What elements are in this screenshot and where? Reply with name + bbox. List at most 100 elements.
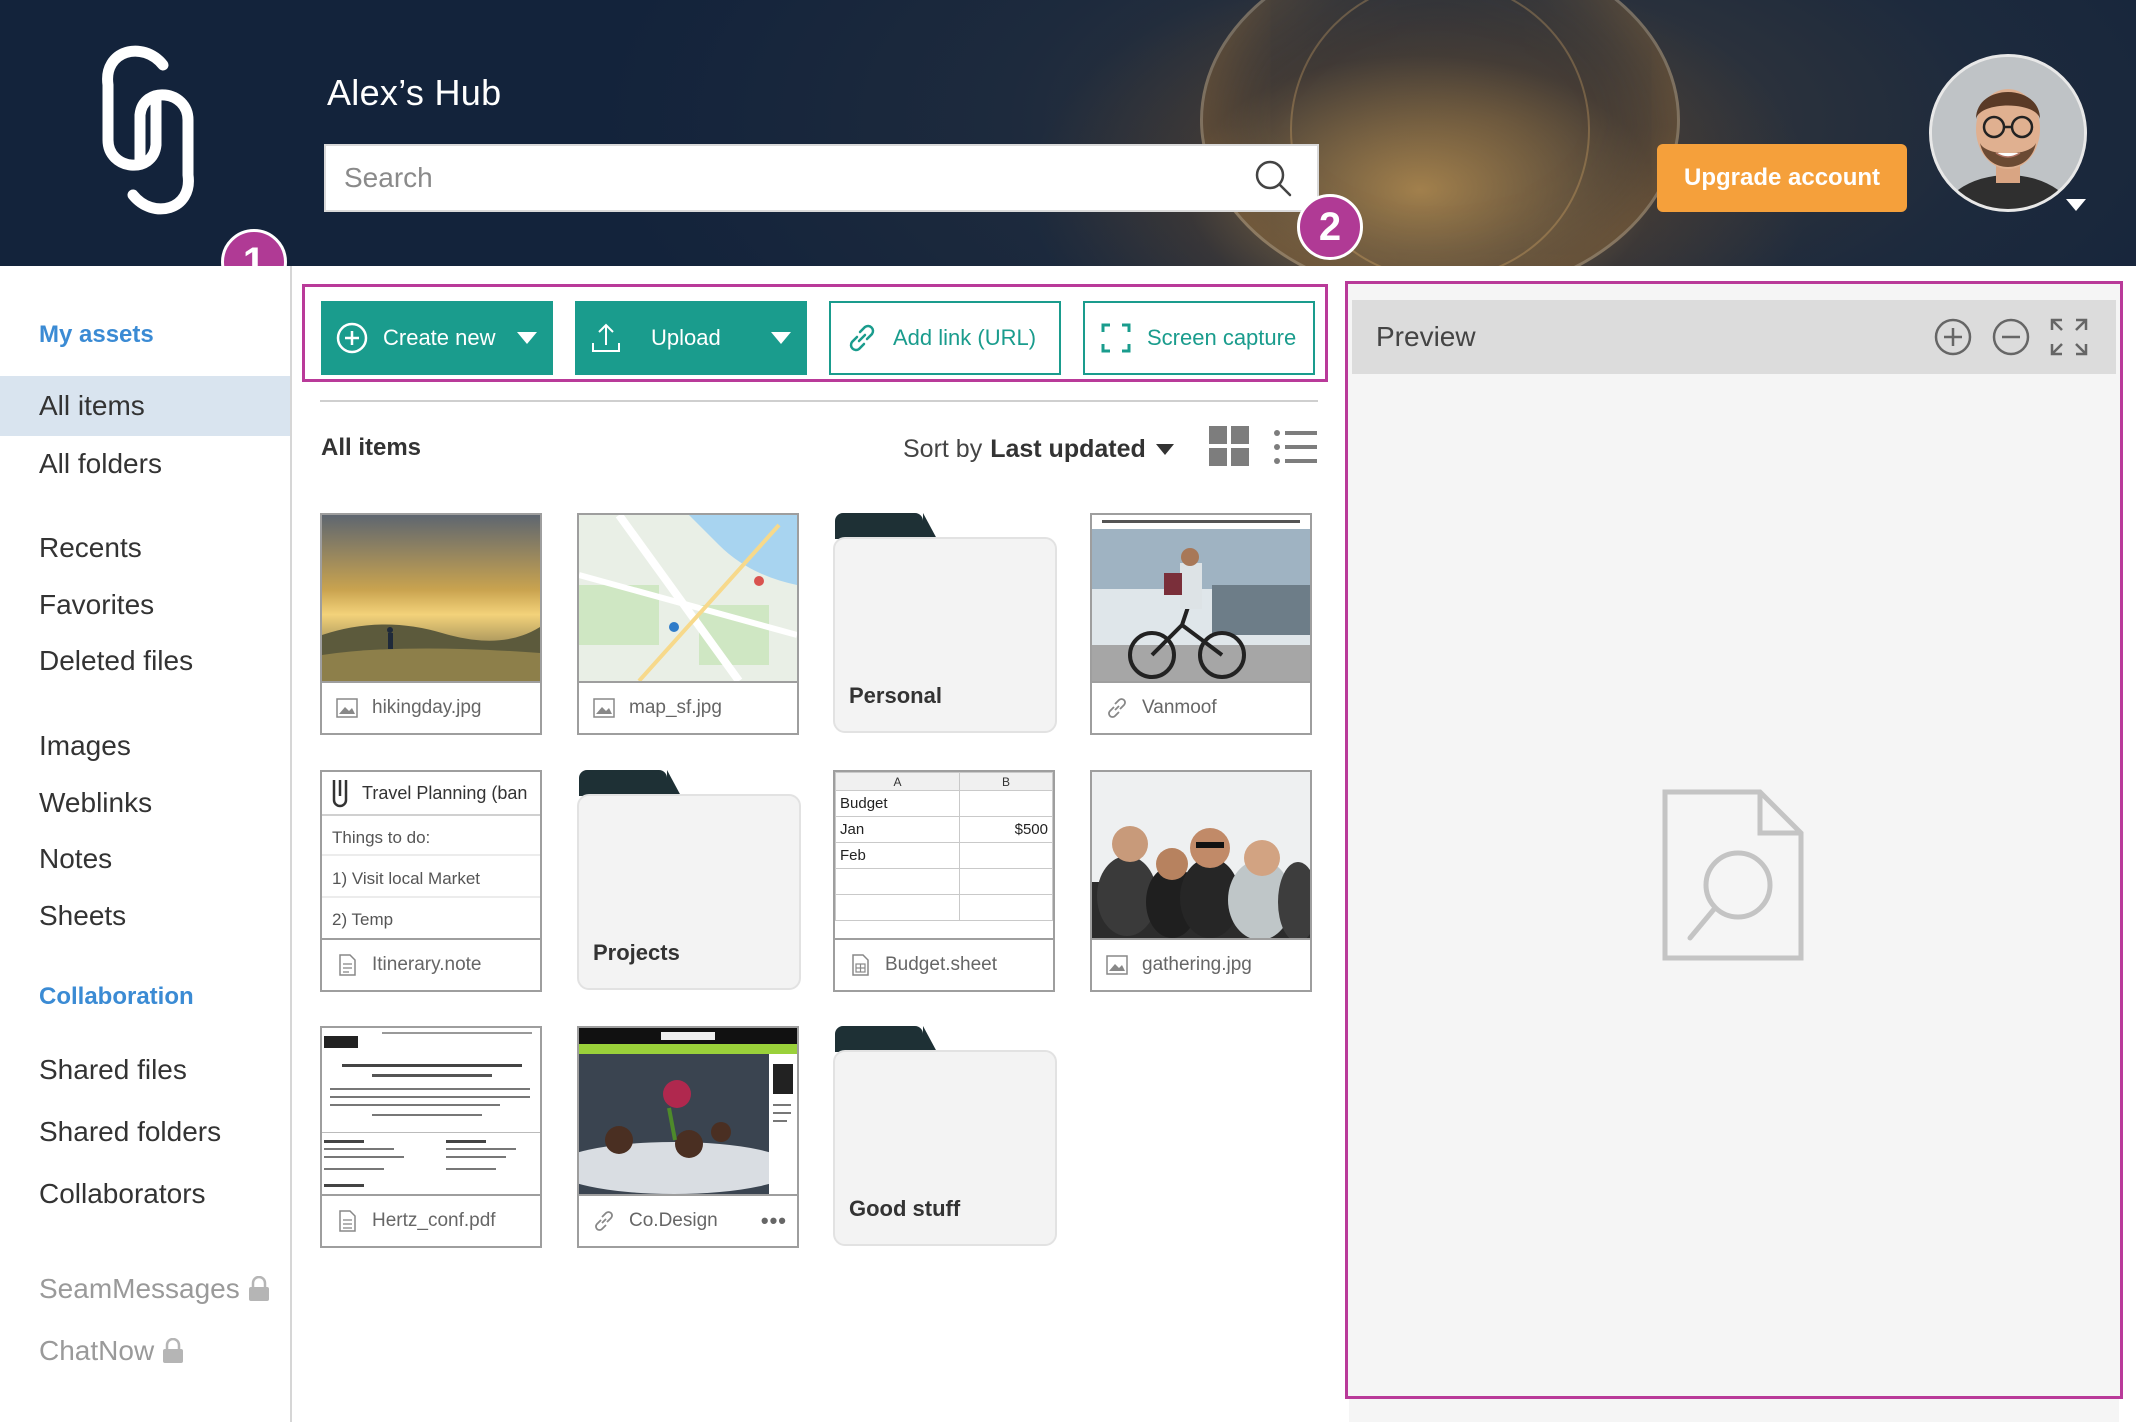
- note-line: 1) Visit local Market: [332, 869, 481, 888]
- folder-card-personal[interactable]: Personal: [833, 513, 1057, 733]
- file-card-co-design[interactable]: Co.Design •••: [577, 1026, 799, 1248]
- grid-view-icon[interactable]: [1209, 426, 1249, 466]
- sidebar-item-recents[interactable]: Recents: [0, 518, 290, 578]
- pdf-thumbnail: [322, 1028, 540, 1194]
- zoom-out-icon[interactable]: [1990, 316, 2032, 358]
- file-name: Itinerary.note: [372, 954, 482, 975]
- file-card-budget-sheet[interactable]: A B Budget Jan $500 Feb Budget.sheet: [833, 770, 1055, 992]
- sidebar-item-favorites[interactable]: Favorites: [0, 575, 290, 635]
- sheet-cell: [959, 868, 1053, 895]
- chevron-down-icon: [1155, 444, 1174, 455]
- sidebar-item-sheets[interactable]: Sheets: [0, 886, 290, 946]
- upload-dropdown-caret[interactable]: [771, 332, 791, 344]
- upload-icon: [592, 323, 620, 352]
- folder-name: Personal: [849, 683, 942, 708]
- image-icon: [593, 698, 615, 718]
- sidebar-item-all-items[interactable]: All items: [0, 376, 290, 436]
- map-thumbnail: [579, 515, 797, 681]
- folder-card-good-stuff[interactable]: Good stuff: [833, 1026, 1057, 1246]
- list-title: All items: [321, 434, 422, 461]
- folder-name: Projects: [593, 940, 680, 965]
- file-card-hikingday[interactable]: hikingday.jpg: [320, 513, 542, 735]
- screen-capture-icon: [1101, 323, 1131, 353]
- file-caption: gathering.jpg: [1092, 938, 1310, 990]
- image-icon: [1106, 955, 1128, 975]
- file-name: Co.Design: [629, 1210, 718, 1231]
- sheet-row: [835, 894, 1053, 921]
- image-icon: [336, 698, 358, 718]
- file-name: Vanmoof: [1142, 697, 1217, 718]
- logo-icon[interactable]: [88, 45, 208, 215]
- app-root: Alex’s Hub Upgrade account: [0, 0, 2136, 1422]
- cyclist-thumbnail: [1092, 515, 1310, 681]
- avatar-portrait: [1932, 57, 2084, 209]
- sidebar-item-shared-folders[interactable]: Shared folders: [0, 1102, 290, 1162]
- note-icon: [339, 954, 356, 976]
- sidebar-item-deleted-files[interactable]: Deleted files: [0, 631, 290, 691]
- sidebar-item-shared-files[interactable]: Shared files: [0, 1040, 290, 1100]
- note-divider: [322, 814, 540, 816]
- sidebar: My assets All items All folders Recents …: [0, 266, 292, 1422]
- file-card-itinerary-note[interactable]: Travel Planning (ban Things to do: 1) Vi…: [320, 770, 542, 992]
- fullscreen-icon[interactable]: [2048, 316, 2090, 358]
- account-menu-caret[interactable]: [2066, 199, 2086, 211]
- note-preview: Travel Planning (ban Things to do: 1) Vi…: [322, 772, 540, 938]
- note-divider: [322, 854, 540, 856]
- file-card-gathering[interactable]: gathering.jpg: [1090, 770, 1312, 992]
- file-caption: Hertz_conf.pdf: [322, 1194, 540, 1246]
- folder-card-projects[interactable]: Projects: [577, 770, 801, 990]
- sheet-icon: [852, 954, 869, 976]
- sheet-cell: [959, 790, 1053, 817]
- note-title: Travel Planning (ban: [362, 782, 528, 803]
- folder-body: Personal: [833, 537, 1057, 733]
- sheet-cell: $500: [959, 816, 1053, 843]
- sheet-cell: [959, 842, 1053, 869]
- sidebar-item-chatnow[interactable]: ChatNow: [0, 1321, 290, 1381]
- file-caption: map_sf.jpg: [579, 681, 797, 733]
- sidebar-section-collaboration[interactable]: Collaboration: [39, 983, 194, 1011]
- file-caption: hikingday.jpg: [322, 681, 540, 733]
- search-input[interactable]: [326, 146, 1253, 210]
- more-options-icon[interactable]: •••: [761, 1208, 787, 1234]
- sort-dropdown[interactable]: Sort by Last updated: [903, 435, 1174, 464]
- link-icon: [595, 1211, 613, 1231]
- sheet-cell: [959, 894, 1053, 921]
- website-thumbnail: [579, 1028, 797, 1194]
- upload-button[interactable]: Upload: [575, 301, 807, 375]
- file-card-hertz-conf[interactable]: Hertz_conf.pdf: [320, 1026, 542, 1248]
- search-icon[interactable]: [1253, 158, 1293, 198]
- zoom-in-icon[interactable]: [1932, 316, 1974, 358]
- sidebar-section-my-assets[interactable]: My assets: [39, 321, 154, 349]
- upgrade-account-button[interactable]: Upgrade account: [1657, 144, 1907, 212]
- folder-body: Projects: [577, 794, 801, 990]
- create-new-label: Create new: [383, 325, 496, 350]
- note-line: 2) Temp: [332, 910, 394, 929]
- create-new-button[interactable]: Create new: [321, 301, 553, 375]
- note-divider: [322, 896, 540, 898]
- avatar[interactable]: [1929, 54, 2087, 212]
- add-link-button[interactable]: Add link (URL): [829, 301, 1061, 375]
- plus-circle-icon: [336, 322, 368, 354]
- search-bar[interactable]: [324, 144, 1319, 212]
- list-view-icon[interactable]: [1273, 428, 1317, 466]
- preview-toolbar: Preview: [1352, 300, 2116, 374]
- friends-photo-thumbnail: [1092, 772, 1310, 938]
- create-new-dropdown-caret[interactable]: [517, 332, 537, 344]
- sidebar-item-seammessages[interactable]: SeamMessages: [0, 1259, 290, 1319]
- upload-label: Upload: [651, 325, 721, 350]
- file-caption: Vanmoof: [1092, 681, 1310, 733]
- file-card-map-sf[interactable]: map_sf.jpg: [577, 513, 799, 735]
- file-card-vanmoof[interactable]: Vanmoof: [1090, 513, 1312, 735]
- sidebar-item-collaborators[interactable]: Collaborators: [0, 1164, 290, 1224]
- sidebar-item-images[interactable]: Images: [0, 716, 290, 776]
- file-name: gathering.jpg: [1142, 954, 1252, 975]
- link-icon: [849, 324, 875, 352]
- preview-bottom-gutter: [1349, 1399, 2119, 1422]
- folder-tab: [579, 770, 681, 796]
- sidebar-item-all-folders[interactable]: All folders: [0, 434, 290, 494]
- folder-name: Good stuff: [849, 1196, 961, 1221]
- sidebar-item-notes[interactable]: Notes: [0, 829, 290, 889]
- sidebar-item-weblinks[interactable]: Weblinks: [0, 773, 290, 833]
- screen-capture-button[interactable]: Screen capture: [1083, 301, 1315, 375]
- hub-title: Alex’s Hub: [327, 72, 502, 113]
